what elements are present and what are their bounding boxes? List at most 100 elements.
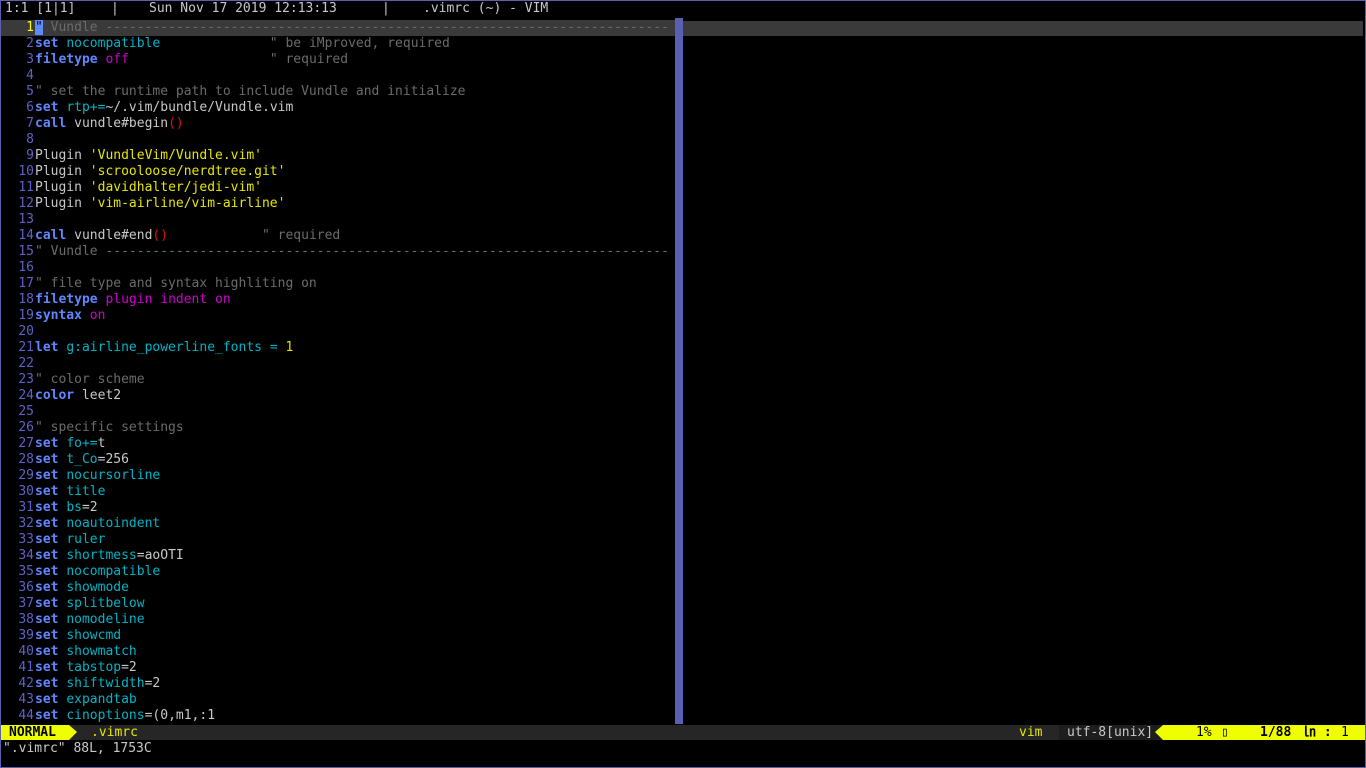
buffer-line[interactable]: 29set nocursorline (1, 468, 675, 484)
buffer-line[interactable]: 30set title (1, 484, 675, 500)
syntax-token: bs (66, 500, 82, 515)
line-text: call vundle#begin() (35, 116, 184, 131)
line-number: 34 (18, 548, 34, 563)
line-number: 1 (26, 20, 34, 35)
syntax-token: t_Co (66, 452, 98, 467)
buffer-line[interactable]: 26" specific settings (1, 420, 675, 436)
buffer-line[interactable]: 34set shortmess=aoOTI (1, 548, 675, 564)
syntax-token: leet2 (74, 388, 122, 403)
syntax-token: " (35, 20, 43, 35)
buffer-line[interactable]: 36set showmode (1, 580, 675, 596)
buffer-line[interactable]: 4 (1, 68, 675, 84)
syntax-token: ruler (66, 532, 106, 547)
buffer-line[interactable]: 7call vundle#begin() (1, 116, 675, 132)
buffer-line[interactable]: 6set rtp+=~/.vim/bundle/Vundle.vim (1, 100, 675, 116)
buffer-line[interactable]: 25 (1, 404, 675, 420)
buffer-line[interactable]: 16 (1, 260, 675, 276)
syntax-token: set (35, 532, 59, 547)
line-number: 20 (18, 324, 34, 339)
syntax-token: set (35, 676, 59, 691)
buffer-line[interactable]: 8 (1, 132, 675, 148)
buffer-line[interactable]: 12Plugin 'vim-airline/vim-airline' (1, 196, 675, 212)
buffer-line[interactable]: 27set fo+=t (1, 436, 675, 452)
line-number: 6 (26, 100, 34, 115)
line-number: 16 (18, 260, 34, 275)
buffer-line[interactable]: 42set shiftwidth=2 (1, 676, 675, 692)
line-number: 27 (18, 436, 34, 451)
syntax-token: set (35, 452, 59, 467)
line-text: set showmode (35, 580, 129, 595)
buffer-line[interactable]: 15" Vundle -----------------------------… (1, 244, 675, 260)
buffer-line[interactable]: 31set bs=2 (1, 500, 675, 516)
syntax-token: nocursorline (66, 468, 161, 483)
line-number: 26 (18, 420, 34, 435)
line-text: set nomodeline (35, 612, 145, 627)
buffer-line[interactable]: 38set nomodeline (1, 612, 675, 628)
buffer-line[interactable]: 23" color scheme (1, 372, 675, 388)
line-number: 10 (18, 164, 34, 179)
line-text: set rtp+=~/.vim/bundle/Vundle.vim (35, 100, 293, 115)
buffer-line[interactable]: 10Plugin 'scrooloose/nerdtree.git' (1, 164, 675, 180)
buffer-line[interactable]: 5" set the runtime path to include Vundl… (1, 84, 675, 100)
title-position: 1:1 [1|1] (5, 1, 76, 16)
line-text: set noautoindent (35, 516, 160, 531)
line-text: color leet2 (35, 388, 121, 403)
line-text: set nocursorline (35, 468, 160, 483)
line-text: set showmatch (35, 644, 137, 659)
buffer-line[interactable]: 21let g:airline_powerline_fonts = 1 (1, 340, 675, 356)
editor-buffer[interactable]: 1" Vundle ------------------------------… (1, 20, 675, 724)
syntax-token: set (35, 580, 59, 595)
line-text: Plugin 'vim-airline/vim-airline' (35, 196, 285, 211)
buffer-line[interactable]: 18filetype plugin indent on (1, 292, 675, 308)
buffer-line[interactable]: 24color leet2 (1, 388, 675, 404)
buffer-line[interactable]: 41set tabstop=2 (1, 660, 675, 676)
buffer-line[interactable]: 39set showcmd (1, 628, 675, 644)
buffer-line[interactable]: 19syntax on (1, 308, 675, 324)
line-number: 22 (18, 356, 34, 371)
syntax-token: += (89, 100, 106, 115)
window-title: .vimrc (~) - VIM (423, 1, 549, 16)
line-number: 4 (26, 68, 34, 83)
buffer-line[interactable]: 9Plugin 'VundleVim/Vundle.vim' (1, 148, 675, 164)
buffer-line[interactable]: 1" Vundle ------------------------------… (1, 20, 675, 36)
buffer-line[interactable]: 11Plugin 'davidhalter/jedi-vim' (1, 180, 675, 196)
syntax-token: set (35, 500, 59, 515)
buffer-line[interactable]: 3filetype off " required (1, 52, 675, 68)
buffer-line[interactable]: 2set nocompatible " be iMproved, require… (1, 36, 675, 52)
line-number: 44 (18, 708, 34, 723)
cursorline-right (675, 21, 1363, 36)
line-text: set splitbelow (35, 596, 145, 611)
buffer-line[interactable]: 35set nocompatible (1, 564, 675, 580)
syntax-token: =(0,m1,:1 (144, 708, 216, 723)
syntax-token: set (35, 692, 59, 707)
syntax-token: call (35, 228, 67, 243)
syntax-token: t (97, 436, 106, 451)
syntax-token: ~/.vim/bundle/Vundle.vim (105, 100, 294, 115)
buffer-line[interactable]: 40set showmatch (1, 644, 675, 660)
buffer-line[interactable]: 14call vundle#end() " required (1, 228, 675, 244)
buffer-line[interactable]: 44set cinoptions=(0,m1,:1 (1, 708, 675, 724)
buffer-line[interactable]: 28set t_Co=256 (1, 452, 675, 468)
syntax-token: nomodeline (66, 612, 145, 627)
syntax-token: 'scrooloose/nerdtree.git' (89, 164, 286, 179)
line-text: syntax on (35, 308, 105, 323)
buffer-line[interactable]: 17" file type and syntax highliting on (1, 276, 675, 292)
buffer-line[interactable]: 37set splitbelow (1, 596, 675, 612)
buffer-line[interactable]: 43set expandtab (1, 692, 675, 708)
command-line[interactable]: ".vimrc" 88L, 1753C (3, 741, 152, 757)
line-text: " Vundle -------------------------------… (35, 244, 669, 259)
buffer-line[interactable]: 33set ruler (1, 532, 675, 548)
syntax-token: set (35, 36, 59, 51)
syntax-token: splitbelow (66, 596, 145, 611)
syntax-token: " file type and syntax highliting on (35, 276, 317, 291)
buffer-line[interactable]: 32set noautoindent (1, 516, 675, 532)
syntax-token: Vundle ---------------------------------… (42, 20, 669, 35)
vertical-split-bar[interactable] (675, 18, 683, 724)
line-text: filetype off " required (35, 52, 348, 67)
buffer-line[interactable]: 13 (1, 212, 675, 228)
syntax-token: showmatch (66, 644, 137, 659)
buffer-line[interactable]: 22 (1, 356, 675, 372)
syntax-token: set (35, 660, 59, 675)
buffer-line[interactable]: 20 (1, 324, 675, 340)
line-number: 39 (18, 628, 34, 643)
